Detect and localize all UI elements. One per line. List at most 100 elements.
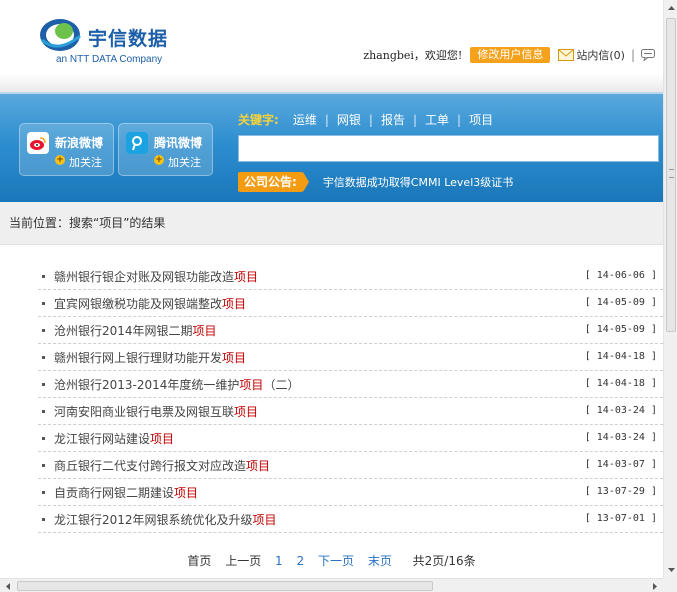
keyword-highlight: 项目 (150, 431, 175, 446)
follow-label: 加关注 (168, 156, 201, 169)
company-notice: 公司公告: 宇信数据成功取得CMMI Level3级证书 (238, 172, 513, 192)
inbox-label: 站内信(0) (576, 49, 625, 62)
chat-bubble-icon[interactable] (641, 49, 655, 61)
scrollbar-corner (663, 578, 677, 592)
result-item[interactable]: 赣州银行银企对账及网银功能改造项目 [ 14-06-06 ] (38, 263, 663, 290)
scroll-left-icon[interactable] (0, 579, 16, 592)
keyword-highlight: 项目 (222, 350, 247, 365)
result-title[interactable]: 沧州银行2013-2014年度统一维护项目（二） (54, 376, 299, 393)
scroll-down-icon[interactable] (664, 562, 677, 578)
result-title[interactable]: 赣州银行银企对账及网银功能改造项目 (54, 268, 258, 285)
result-title[interactable]: 自贡商行网银二期建设项目 (54, 484, 198, 501)
result-title[interactable]: 沧州银行2014年网银二期项目 (54, 322, 217, 339)
page-number-link[interactable]: 1 (275, 554, 283, 568)
result-date: [ 13-07-01 ] (584, 513, 657, 524)
tencent-weibo-name: 腾讯微博 (154, 136, 203, 150)
horizontal-scroll-thumb[interactable] (17, 581, 433, 591)
pagination: 首页 上一页 1 2 下一页 末页 共2页/16条 (0, 552, 663, 569)
search-band: 新浪微博 + 加关注 腾讯微博 + 加关注 关键字: 运维 | 网银 | 报告 … (0, 92, 663, 202)
result-date: [ 14-03-07 ] (584, 459, 657, 470)
page-number-link[interactable]: 2 (297, 554, 305, 568)
result-item[interactable]: 自贡商行网银二期建设项目 [ 13-07-29 ] (38, 479, 663, 506)
result-title[interactable]: 赣州银行网上银行理财功能开发项目 (54, 349, 246, 366)
result-date: [ 14-03-24 ] (584, 405, 657, 416)
keyword-highlight: 项目 (252, 512, 277, 527)
vertical-scroll-thumb[interactable] (666, 18, 676, 332)
keyword-highlight: 项目 (222, 296, 247, 311)
result-item[interactable]: 赣州银行网上银行理财功能开发项目 [ 14-04-18 ] (38, 344, 663, 371)
sina-weibo-name: 新浪微博 (55, 136, 104, 150)
keyword-link[interactable]: 运维 (285, 111, 325, 128)
result-date: [ 14-06-06 ] (584, 270, 657, 281)
keyword-link[interactable]: 项目 (461, 111, 501, 128)
last-page-link[interactable]: 末页 (368, 554, 392, 568)
bullet-icon (42, 491, 45, 494)
user-bar: zhangbei，欢迎您! 修改用户信息 站内信(0) | (363, 45, 655, 65)
result-title[interactable]: 商丘银行二代支付跨行报文对应改造项目 (54, 457, 270, 474)
keyword-highlight: 项目 (239, 377, 264, 392)
next-page-link[interactable]: 下一页 (318, 554, 354, 568)
result-date: [ 14-03-24 ] (584, 432, 657, 443)
result-item[interactable]: 商丘银行二代支付跨行报文对应改造项目 [ 14-03-07 ] (38, 452, 663, 479)
scroll-up-icon[interactable] (664, 0, 677, 16)
keywords-label: 关键字: (238, 113, 279, 127)
keyword-highlight: 项目 (192, 323, 217, 338)
tencent-weibo-icon (126, 132, 148, 154)
result-date: [ 13-07-29 ] (584, 486, 657, 497)
result-title[interactable]: 龙江银行2012年网银系统优化及升级项目 (54, 511, 277, 528)
search-input[interactable] (238, 135, 659, 162)
follow-label: 加关注 (69, 156, 102, 169)
result-item[interactable]: 沧州银行2014年网银二期项目 [ 14-05-09 ] (38, 317, 663, 344)
scroll-right-icon[interactable] (647, 579, 663, 592)
search-results-list: 赣州银行银企对账及网银功能改造项目 [ 14-06-06 ] 宜宾网银缴税功能及网… (38, 263, 663, 533)
page-header: 宇信数据 an NTT DATA Company zhangbei，欢迎您! 修… (0, 0, 663, 92)
result-item[interactable]: 龙江银行2012年网银系统优化及升级项目 [ 13-07-01 ] (38, 506, 663, 533)
vertical-scrollbar[interactable] (663, 0, 677, 578)
result-date: [ 14-04-18 ] (584, 378, 657, 389)
keyword-link[interactable]: 工单 (417, 111, 457, 128)
keyword-highlight: 项目 (234, 404, 259, 419)
sina-weibo-icon (27, 132, 49, 154)
bullet-icon (42, 518, 45, 521)
page-total: 共2页/16条 (412, 554, 476, 568)
company-logo[interactable]: 宇信数据 an NTT DATA Company (38, 10, 178, 68)
prev-page-link[interactable]: 上一页 (225, 554, 261, 568)
keyword-link[interactable]: 网银 (329, 111, 369, 128)
bullet-icon (42, 356, 45, 359)
bullet-icon (42, 410, 45, 413)
notice-text[interactable]: 宇信数据成功取得CMMI Level3级证书 (323, 174, 513, 190)
first-page-link[interactable]: 首页 (187, 554, 211, 568)
brand-subtitle: an NTT DATA Company (56, 54, 163, 65)
inbox-link[interactable]: 站内信(0) (558, 47, 625, 63)
bullet-icon (42, 302, 45, 305)
result-item[interactable]: 龙江银行网站建设项目 [ 14-03-24 ] (38, 425, 663, 452)
keyword-highlight: 项目 (174, 485, 199, 500)
result-title[interactable]: 宜宾网银缴税功能及网银端整改项目 (54, 295, 246, 312)
result-item[interactable]: 宜宾网银缴税功能及网银端整改项目 [ 14-05-09 ] (38, 290, 663, 317)
mail-icon (558, 49, 575, 61)
keyword-highlight: 项目 (246, 458, 271, 473)
horizontal-scrollbar[interactable] (0, 578, 663, 592)
notice-label: 公司公告: (238, 172, 303, 192)
globe-logo-icon (40, 19, 81, 51)
result-date: [ 14-04-18 ] (584, 351, 657, 362)
bullet-icon (42, 437, 45, 440)
breadcrumb: 当前位置：搜索“项目”的结果 (0, 202, 663, 245)
result-item[interactable]: 河南安阳商业银行电票及网银互联项目 [ 14-03-24 ] (38, 398, 663, 425)
user-greeting: zhangbei，欢迎您! (363, 49, 463, 62)
tencent-weibo-button[interactable]: 腾讯微博 + 加关注 (118, 123, 213, 176)
separator: | (630, 48, 635, 62)
bullet-icon (42, 329, 45, 332)
result-item[interactable]: 沧州银行2013-2014年度统一维护项目（二） [ 14-04-18 ] (38, 371, 663, 398)
bullet-icon (42, 464, 45, 467)
hot-keywords: 关键字: 运维 | 网银 | 报告 | 工单 | 项目 (238, 111, 501, 128)
sina-weibo-button[interactable]: 新浪微博 + 加关注 (19, 123, 114, 176)
edit-profile-button[interactable]: 修改用户信息 (470, 47, 551, 63)
bullet-icon (42, 275, 45, 278)
brand-name: 宇信数据 (88, 28, 169, 50)
keyword-link[interactable]: 报告 (373, 111, 413, 128)
result-title[interactable]: 河南安阳商业银行电票及网银互联项目 (54, 403, 258, 420)
keyword-highlight: 项目 (234, 269, 259, 284)
result-title[interactable]: 龙江银行网站建设项目 (54, 430, 174, 447)
result-date: [ 14-05-09 ] (584, 324, 657, 335)
